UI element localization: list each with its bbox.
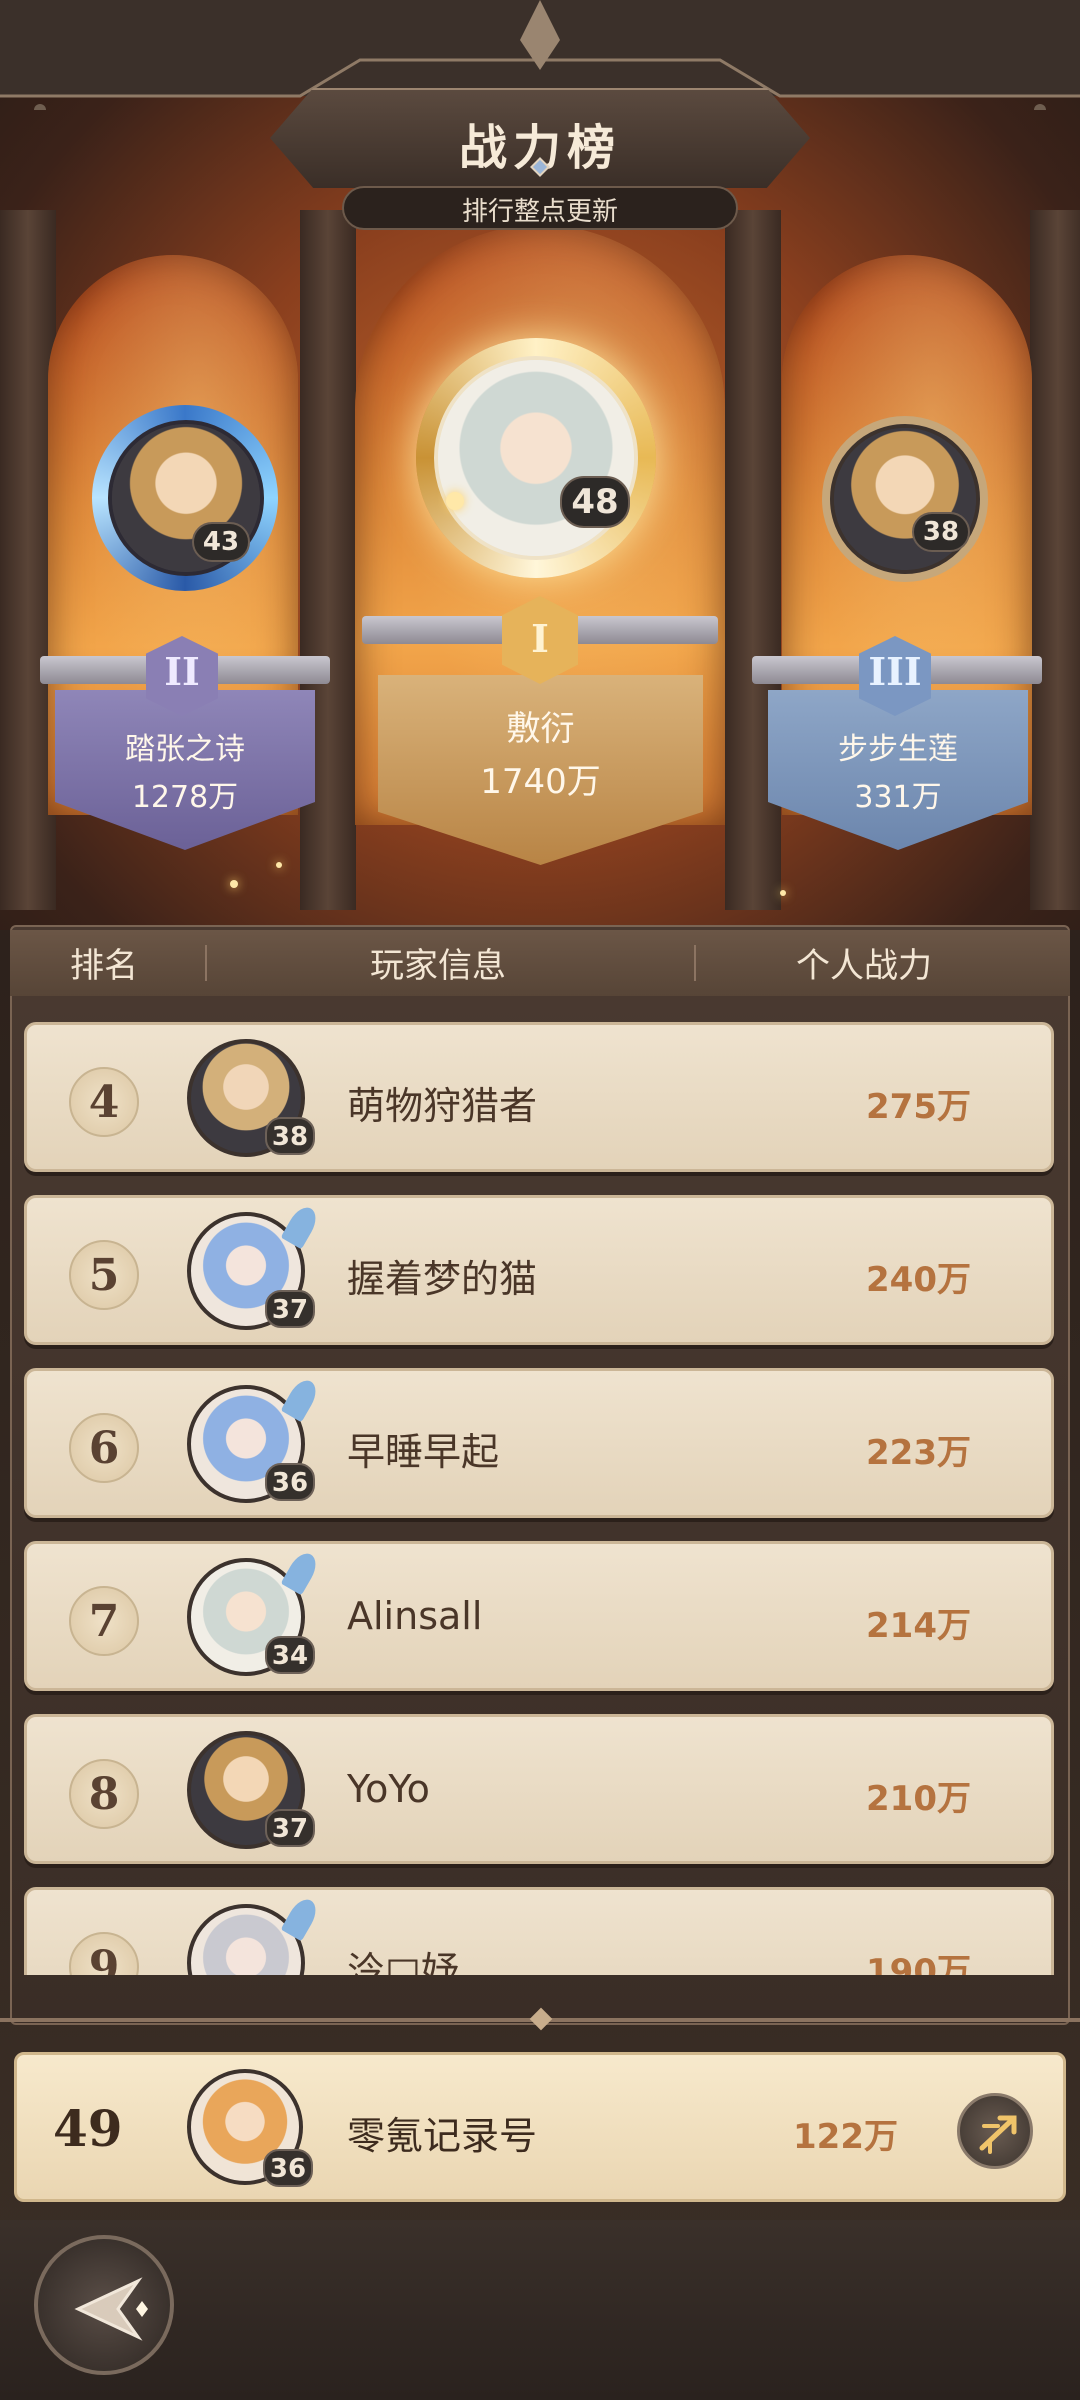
table-row[interactable]: 9 泠□妤 190万 [24,1887,1054,1975]
header-divider [694,945,696,981]
my-player-name: 零氪记录号 [347,2114,538,2158]
player-power: 190万 [866,1952,971,1975]
my-level-badge: 36 [263,2149,313,2187]
podium-power-first: 1740万 [480,762,601,802]
player-name: YoYo [347,1767,430,1811]
avatar-third[interactable] [830,424,980,574]
player-name: 泠□妤 [347,1949,459,1975]
podium-power-second: 1278万 [131,780,239,815]
column-header-player: 玩家信息 [370,946,506,986]
level-badge-third: 38 [912,512,970,552]
rank-number: 4 [69,1067,139,1137]
level-badge: 37 [265,1809,315,1847]
table-row[interactable]: 4 38 萌物狩猎者 275万 [24,1022,1054,1172]
rank-number: 7 [69,1586,139,1656]
my-player-power: 122万 [793,2117,898,2157]
podium-name-second: 踏张之诗 [125,732,245,767]
share-icon [979,2115,1017,2154]
rank-number: 5 [69,1240,139,1310]
level-badge: 38 [265,1117,315,1155]
player-name: 握着梦的猫 [347,1257,538,1301]
column-header-rank: 排名 [70,946,138,986]
sparkle-icon [780,890,786,896]
level-badge-first: 48 [560,476,630,528]
avatar[interactable] [187,1904,305,1975]
my-rank-row[interactable]: 49 36 零氪记录号 122万 [14,2052,1066,2202]
back-arrow-icon [74,2277,148,2341]
avatar-first[interactable] [434,356,638,560]
rank-number: 9 [69,1932,139,1975]
podium-name-first: 敷衍 [506,709,575,749]
player-power: 214万 [866,1606,971,1646]
leaderboard-screen: 战力榜 排行整点更新 43 48 38 踏张之诗 1278万 敷衍 1740万 … [0,0,1080,2400]
level-badge: 36 [265,1463,315,1501]
sparkle-icon [446,492,464,510]
level-badge: 37 [265,1290,315,1328]
ranking-list[interactable]: 4 38 萌物狩猎者 275万 5 37 握着梦的猫 240万 6 36 早睡早… [20,1010,1060,1975]
podium-name-third: 步步生莲 [838,732,958,767]
player-name: Alinsall [347,1594,483,1638]
level-badge: 34 [265,1636,315,1674]
table-row[interactable]: 5 37 握着梦的猫 240万 [24,1195,1054,1345]
pillar-mid-right [725,210,781,910]
pillar-right [1030,210,1080,910]
player-name: 早睡早起 [347,1430,500,1474]
player-power: 210万 [866,1779,971,1819]
column-header-power: 个人战力 [796,946,932,986]
page-subtitle: 排行整点更新 [461,197,618,227]
my-rank-number: 49 [53,2099,123,2158]
level-badge-second: 43 [192,522,250,562]
player-name: 萌物狩猎者 [347,1084,538,1128]
sparkle-icon [230,880,238,888]
sparkle-icon [276,862,282,868]
back-button[interactable] [34,2235,174,2375]
table-row[interactable]: 6 36 早睡早起 223万 [24,1368,1054,1518]
table-row[interactable]: 8 37 YoYo 210万 [24,1714,1054,1864]
header-divider [205,945,207,981]
podium-power-third: 331万 [854,780,942,815]
player-power: 275万 [866,1087,971,1127]
player-power: 223万 [866,1433,971,1473]
player-power: 240万 [866,1260,971,1300]
rank-number: 8 [69,1759,139,1829]
table-row[interactable]: 7 34 Alinsall 214万 [24,1541,1054,1691]
share-button[interactable] [957,2093,1033,2169]
pillar-mid-left [300,210,356,910]
rank-number: 6 [69,1413,139,1483]
